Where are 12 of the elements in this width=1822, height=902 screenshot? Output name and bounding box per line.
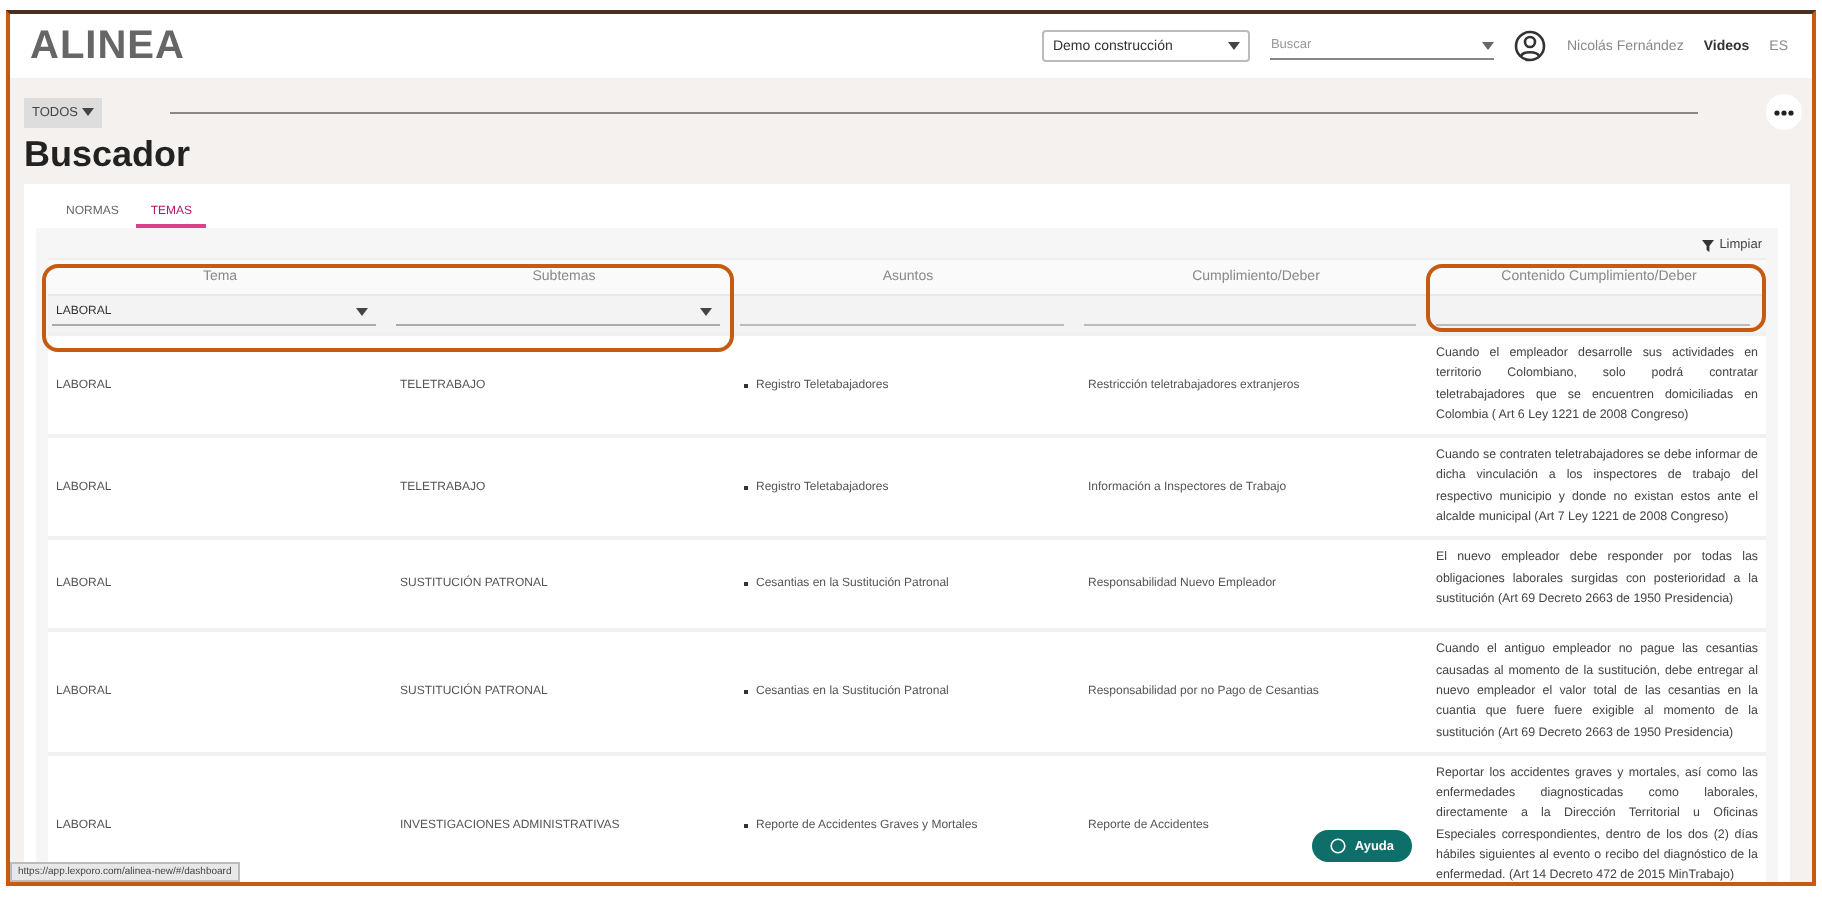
page-title: Buscador xyxy=(24,134,193,176)
caret-icon xyxy=(1482,41,1495,49)
help-icon xyxy=(1330,838,1347,854)
caret-icon xyxy=(700,308,712,316)
caret-icon xyxy=(356,308,368,316)
caret-icon xyxy=(82,108,94,116)
filter-icon xyxy=(1701,239,1714,251)
logo[interactable]: ALINEA xyxy=(30,23,185,69)
caret-icon xyxy=(1228,42,1241,50)
more-options-button[interactable] xyxy=(1766,94,1802,130)
more-icon xyxy=(1774,109,1794,115)
user-icon[interactable] xyxy=(1514,30,1547,62)
